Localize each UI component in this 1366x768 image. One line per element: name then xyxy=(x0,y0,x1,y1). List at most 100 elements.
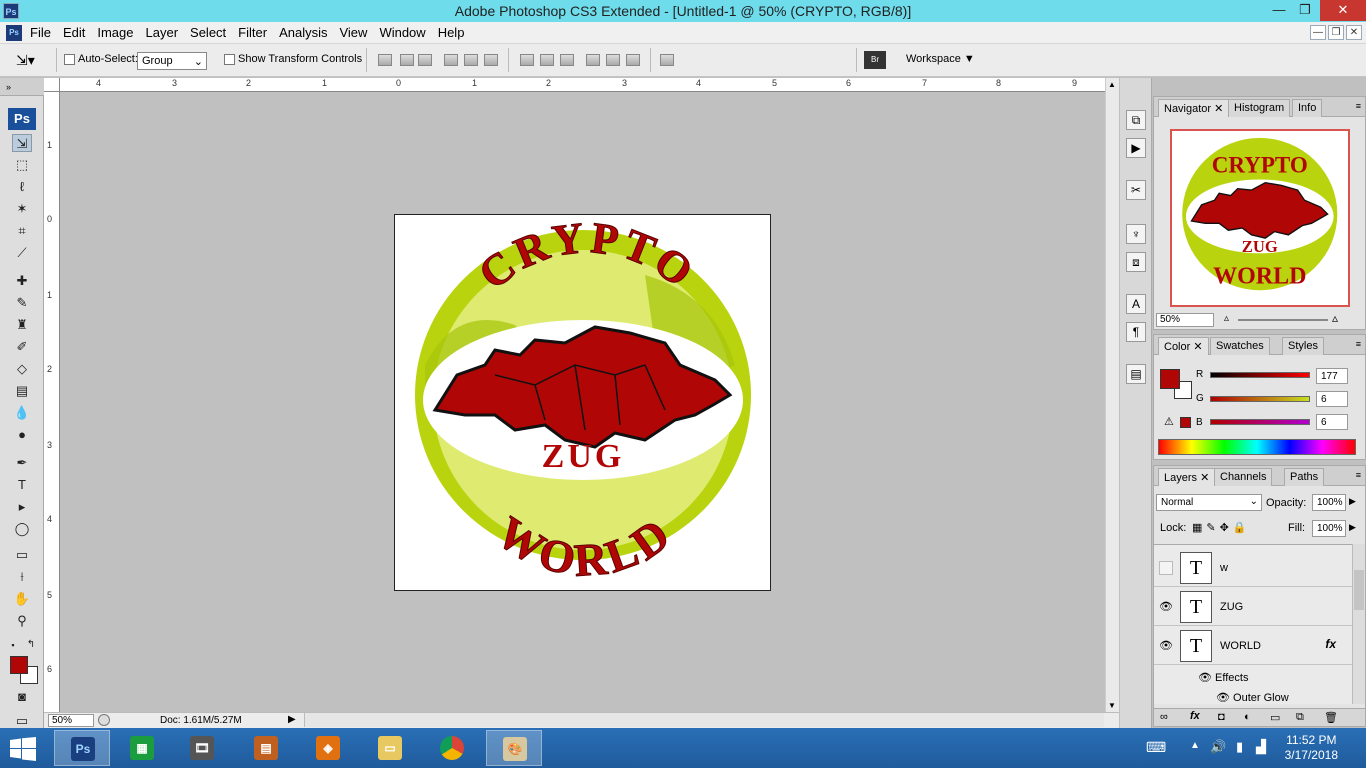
distribute-top-icon[interactable] xyxy=(520,54,534,66)
tab-navigator[interactable]: Navigator ✕ xyxy=(1158,99,1230,117)
ps-logo[interactable]: Ps xyxy=(8,108,36,130)
layer-fx-icon[interactable]: fx xyxy=(1325,637,1336,651)
show-transform-checkbox[interactable] xyxy=(224,54,235,65)
g-slider[interactable] xyxy=(1210,396,1310,402)
link-layers-icon[interactable]: ∞ xyxy=(1160,711,1168,723)
panel-menu-icon[interactable]: ≡ xyxy=(1356,339,1361,349)
add-mask-icon[interactable]: ◘ xyxy=(1218,711,1225,723)
auto-select-dropdown[interactable]: Group ⌄ xyxy=(137,52,207,70)
distribute-left-icon[interactable] xyxy=(586,54,600,66)
tab-histogram[interactable]: Histogram xyxy=(1228,99,1291,117)
quick-mask-icon[interactable]: ◙ xyxy=(12,688,32,706)
show-hidden-icons[interactable]: ▲ xyxy=(1190,740,1200,751)
character-panel-icon[interactable]: A xyxy=(1126,294,1146,314)
b-value-field[interactable]: 6 xyxy=(1316,414,1348,430)
magic-wand-tool-icon[interactable]: ✶ xyxy=(12,200,32,218)
menu-analysis[interactable]: Analysis xyxy=(279,25,334,40)
status-menu-arrow-icon[interactable]: ▶ xyxy=(288,714,296,725)
effects-row[interactable]: 👁 Effects xyxy=(1198,671,1248,684)
distribute-right-icon[interactable] xyxy=(626,54,640,66)
zoom-in-icon[interactable]: ▵ xyxy=(1332,311,1338,325)
menu-filter[interactable]: Filter xyxy=(238,25,274,40)
zoom-out-icon[interactable]: ▵ xyxy=(1224,313,1229,324)
add-style-icon[interactable]: fx xyxy=(1190,710,1200,722)
navigator-zoom-slider[interactable] xyxy=(1238,319,1328,321)
type-tool-icon[interactable]: T xyxy=(12,476,32,494)
navigator-zoom-field[interactable]: 50% xyxy=(1156,313,1214,327)
adjustment-layer-icon[interactable]: ◐ xyxy=(1244,711,1251,723)
bridge-icon[interactable]: Br xyxy=(864,51,886,69)
layer-comps-icon[interactable]: ▤ xyxy=(1126,364,1146,384)
status-preview-icon[interactable] xyxy=(98,714,110,726)
taskbar-movie-maker[interactable]: 🎞 xyxy=(174,730,230,766)
volume-icon[interactable]: 🔊 xyxy=(1210,739,1226,755)
fill-arrow-icon[interactable]: ▶ xyxy=(1349,522,1356,533)
r-value-field[interactable]: 177 xyxy=(1316,368,1348,384)
eraser-tool-icon[interactable]: ◇ xyxy=(12,360,32,378)
document-icon[interactable]: Ps xyxy=(6,25,22,41)
taskbar-store[interactable]: ▦ xyxy=(114,730,170,766)
taskbar-app[interactable]: ▤ xyxy=(238,730,294,766)
marquee-tool-icon[interactable]: ⬚ xyxy=(12,156,32,174)
opacity-arrow-icon[interactable]: ▶ xyxy=(1349,496,1356,507)
navigator-preview[interactable]: CRYPTO ZUG WORLD xyxy=(1170,129,1350,307)
ellipse-tool-icon[interactable]: ◯ xyxy=(12,520,32,538)
keyboard-icon[interactable]: ⌨ xyxy=(1146,739,1166,756)
eye-icon[interactable]: 👁 xyxy=(1216,692,1230,704)
default-colors-icon[interactable]: ▪ xyxy=(6,636,20,654)
slice-tool-icon[interactable]: ⟋ xyxy=(12,244,32,262)
eye-icon[interactable]: 👁 xyxy=(1198,672,1212,684)
color-spectrum-bar[interactable] xyxy=(1158,439,1356,455)
workspace-menu[interactable]: Workspace ▼ xyxy=(906,53,975,65)
gradient-tool-icon[interactable]: ▤ xyxy=(12,382,32,400)
scroll-up-icon[interactable]: ▲ xyxy=(1108,80,1116,89)
layer-row-world[interactable]: 👁 T WORLD fx xyxy=(1154,627,1352,665)
b-slider[interactable] xyxy=(1210,419,1310,425)
taskbar-chrome[interactable] xyxy=(424,730,480,766)
align-hcenter-icon[interactable] xyxy=(464,54,478,66)
tab-swatches[interactable]: Swatches xyxy=(1210,337,1270,355)
close-button[interactable]: ✕ xyxy=(1320,0,1366,21)
brush-tool-icon[interactable]: ✎ xyxy=(12,294,32,312)
document-horizontal-scrollbar[interactable] xyxy=(304,713,1104,727)
distribute-hcenter-icon[interactable] xyxy=(606,54,620,66)
doc-restore-button[interactable]: ❐ xyxy=(1328,25,1344,40)
align-top-icon[interactable] xyxy=(378,54,392,66)
layers-scroll-thumb[interactable] xyxy=(1354,570,1364,610)
layer-row-w[interactable]: T w xyxy=(1154,549,1352,587)
tab-color[interactable]: Color ✕ xyxy=(1158,337,1209,355)
layers-scrollbar[interactable] xyxy=(1352,544,1365,704)
dodge-tool-icon[interactable]: ● xyxy=(12,426,32,444)
network-icon[interactable]: ▟ xyxy=(1256,739,1266,755)
fill-field[interactable]: 100% xyxy=(1312,520,1346,537)
menu-view[interactable]: View xyxy=(339,25,374,40)
r-slider[interactable] xyxy=(1210,372,1310,378)
tab-channels[interactable]: Channels xyxy=(1214,468,1273,486)
distribute-bottom-icon[interactable] xyxy=(560,54,574,66)
color-fg-swatch[interactable] xyxy=(1160,369,1180,389)
notes-tool-icon[interactable]: ▭ xyxy=(12,546,32,564)
ruler-origin[interactable] xyxy=(44,78,60,92)
tab-layers[interactable]: Layers ✕ xyxy=(1158,468,1216,486)
visibility-toggle[interactable] xyxy=(1159,561,1173,575)
move-tool-preset-icon[interactable]: ⇲▾ xyxy=(16,52,35,69)
align-left-icon[interactable] xyxy=(444,54,458,66)
align-bottom-icon[interactable] xyxy=(418,54,432,66)
lasso-tool-icon[interactable]: ℓ xyxy=(12,178,32,196)
gamut-swatch[interactable] xyxy=(1180,417,1191,428)
menu-layer[interactable]: Layer xyxy=(146,25,186,40)
taskbar-paint[interactable]: 🎨 xyxy=(486,730,542,766)
doc-close-button[interactable]: ✕ xyxy=(1346,25,1362,40)
clock[interactable]: 11:52 PM 3/17/2018 xyxy=(1285,733,1338,763)
menu-file[interactable]: File xyxy=(30,25,58,40)
taskbar-explorer[interactable]: ▭ xyxy=(362,730,418,766)
menu-image[interactable]: Image xyxy=(97,25,140,40)
history-brush-tool-icon[interactable]: ✐ xyxy=(12,338,32,356)
paragraph-panel-icon[interactable]: ¶ xyxy=(1126,322,1146,342)
new-layer-icon[interactable]: ⧉ xyxy=(1296,711,1304,724)
auto-select-checkbox[interactable] xyxy=(64,54,75,65)
path-selection-tool-icon[interactable]: ▸ xyxy=(12,498,32,516)
gamut-warning-icon[interactable]: ⚠ xyxy=(1164,415,1174,428)
trash-icon[interactable]: 🗑 xyxy=(1324,711,1338,724)
swap-colors-icon[interactable]: ↰ xyxy=(24,636,38,654)
